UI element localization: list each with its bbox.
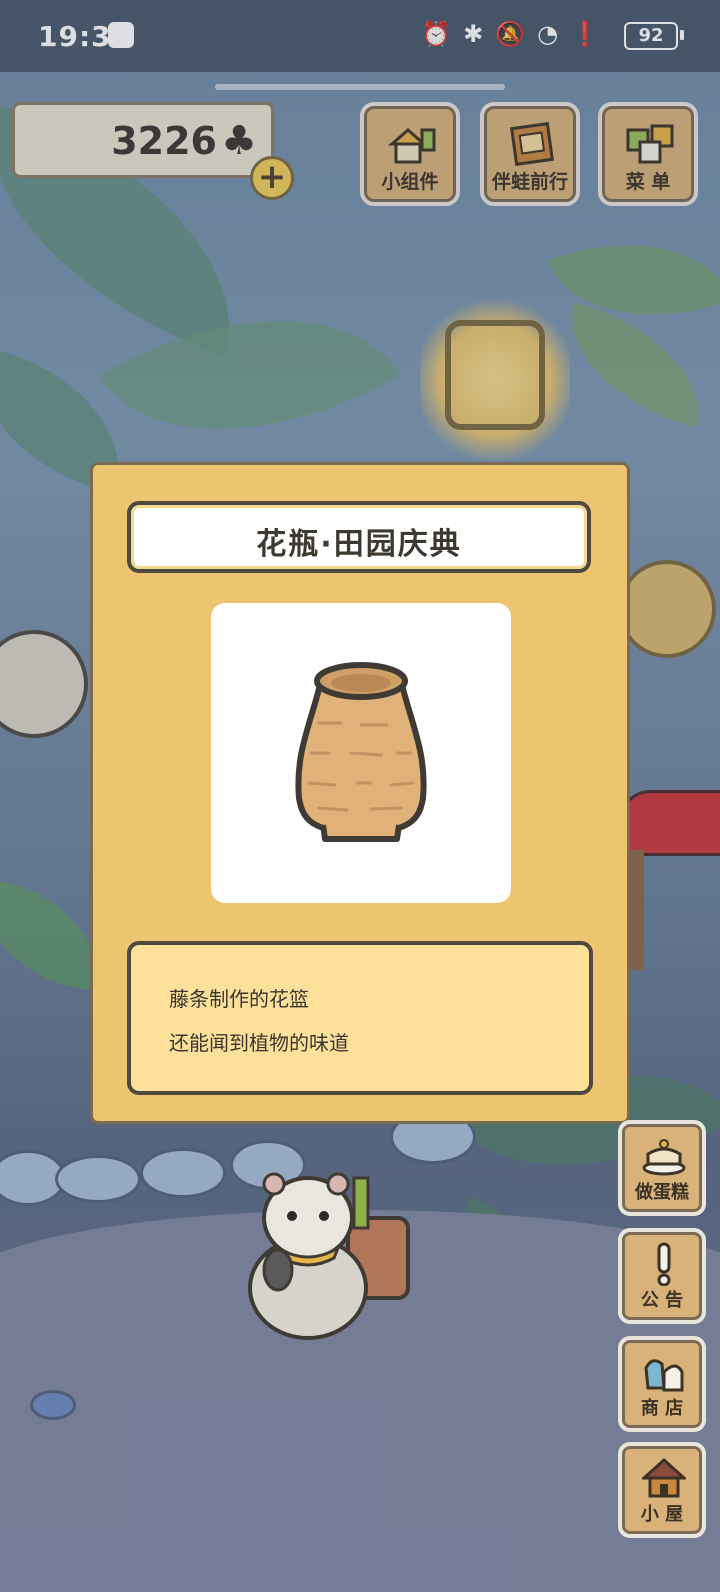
house-label: 小 屋	[640, 1504, 684, 1525]
shop-icon	[644, 1359, 684, 1392]
item-title: 花瓶·田园庆典	[256, 527, 462, 562]
item-description-line: 还能闻到植物的味道	[169, 1031, 349, 1055]
item-image-frame	[211, 603, 511, 903]
house-icon	[642, 1457, 686, 1498]
hamster-visitor[interactable]	[238, 1158, 428, 1348]
cake-icon	[642, 1139, 686, 1176]
shop-button[interactable]: 商 店	[618, 1336, 706, 1432]
item-description-line: 藤条制作的花篮	[169, 987, 309, 1011]
house-button[interactable]: 小 屋	[618, 1442, 706, 1538]
notice-button[interactable]: 公 告	[618, 1228, 706, 1324]
item-detail-dialog[interactable]: 花瓶·田园庆典 藤条制作的花篮 还能闻到植物的味道	[90, 462, 630, 1124]
notice-label: 公 告	[640, 1290, 684, 1311]
item-description-box: 藤条制作的花篮 还能闻到植物的味道	[127, 941, 593, 1095]
make-cake-label: 做蛋糕	[635, 1182, 689, 1203]
make-cake-button[interactable]: 做蛋糕	[618, 1120, 706, 1216]
notice-icon	[657, 1242, 671, 1286]
shop-label: 商 店	[640, 1398, 684, 1419]
rattan-vase-icon	[295, 662, 427, 842]
item-title-box: 花瓶·田园庆典	[127, 501, 591, 573]
